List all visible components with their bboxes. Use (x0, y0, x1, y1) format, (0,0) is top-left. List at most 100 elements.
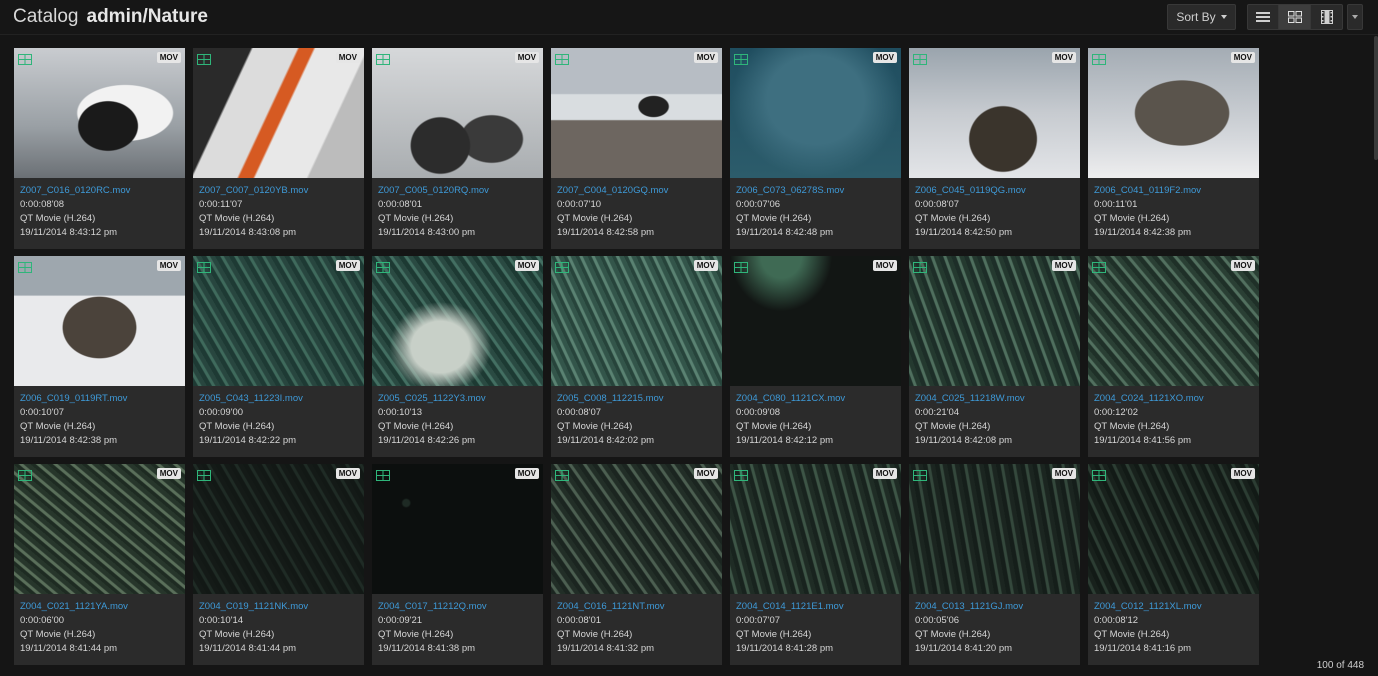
asset-date: 19/11/2014 8:42:50 pm (915, 227, 1013, 238)
grid-view-button[interactable] (1279, 4, 1311, 30)
asset-card[interactable]: MOV Z004_C017_11212Q.mov 0:00:09'21 QT M… (372, 464, 543, 665)
format-badge: MOV (1230, 260, 1255, 271)
asset-card[interactable]: MOV Z007_C005_0120RQ.mov 0:00:08'01 QT M… (372, 48, 543, 249)
asset-date: 19/11/2014 8:42:22 pm (199, 435, 297, 446)
asset-filename[interactable]: Z005_C043_11223I.mov (199, 392, 364, 406)
asset-filename[interactable]: Z006_C045_0119QG.mov (915, 184, 1080, 198)
format-badge: MOV (693, 468, 718, 479)
asset-thumbnail[interactable]: MOV (1088, 256, 1259, 386)
asset-card[interactable]: MOV Z005_C008_112215.mov 0:00:08'07 QT M… (551, 256, 722, 457)
asset-thumbnail[interactable]: MOV (909, 48, 1080, 178)
sort-by-label: Sort By (1176, 10, 1216, 24)
asset-card[interactable]: MOV Z007_C016_0120RC.mov 0:00:08'08 QT M… (14, 48, 185, 249)
format-badge: MOV (335, 468, 360, 479)
asset-thumbnail[interactable]: MOV (730, 256, 901, 386)
asset-thumbnail[interactable]: MOV (193, 48, 364, 178)
list-view-button[interactable] (1247, 4, 1279, 30)
asset-card[interactable]: MOV Z005_C025_1122Y3.mov 0:00:10'13 QT M… (372, 256, 543, 457)
asset-card[interactable]: MOV Z006_C073_06278S.mov 0:00:07'06 QT M… (730, 48, 901, 249)
format-badge: MOV (872, 260, 897, 271)
asset-card[interactable]: MOV Z004_C014_1121E1.mov 0:00:07'07 QT M… (730, 464, 901, 665)
asset-filename[interactable]: Z004_C024_1121XO.mov (1094, 392, 1259, 406)
asset-filename[interactable]: Z004_C021_1121YA.mov (20, 600, 185, 614)
asset-date: 19/11/2014 8:42:26 pm (378, 435, 476, 446)
asset-thumbnail[interactable]: MOV (730, 464, 901, 594)
asset-date: 19/11/2014 8:42:12 pm (736, 435, 834, 446)
asset-type: QT Movie (H.264) (557, 421, 633, 432)
asset-filename[interactable]: Z007_C004_0120GQ.mov (557, 184, 722, 198)
asset-thumbnail[interactable]: MOV (909, 256, 1080, 386)
asset-thumbnail[interactable]: MOV (1088, 464, 1259, 594)
film-icon (18, 54, 32, 65)
asset-filename[interactable]: Z007_C007_0120YB.mov (199, 184, 364, 198)
asset-filename[interactable]: Z005_C008_112215.mov (557, 392, 722, 406)
asset-filename[interactable]: Z006_C041_0119F2.mov (1094, 184, 1259, 198)
asset-filename[interactable]: Z004_C012_1121XL.mov (1094, 600, 1259, 614)
asset-date: 19/11/2014 8:42:38 pm (20, 435, 118, 446)
asset-date: 19/11/2014 8:42:58 pm (557, 227, 655, 238)
asset-card[interactable]: MOV Z004_C019_1121NK.mov 0:00:10'14 QT M… (193, 464, 364, 665)
asset-thumbnail[interactable]: MOV (14, 464, 185, 594)
asset-filename[interactable]: Z007_C005_0120RQ.mov (378, 184, 543, 198)
asset-filename[interactable]: Z004_C080_1121CX.mov (736, 392, 901, 406)
asset-card[interactable]: MOV Z006_C045_0119QG.mov 0:00:08'07 QT M… (909, 48, 1080, 249)
asset-filename[interactable]: Z004_C019_1121NK.mov (199, 600, 364, 614)
asset-thumbnail[interactable]: MOV (14, 256, 185, 386)
asset-thumbnail[interactable]: MOV (193, 256, 364, 386)
asset-duration: 0:00:08'08 (20, 199, 65, 210)
asset-filename[interactable]: Z006_C019_0119RT.mov (20, 392, 185, 406)
asset-date: 19/11/2014 8:42:02 pm (557, 435, 655, 446)
asset-card[interactable]: MOV Z004_C024_1121XO.mov 0:00:12'02 QT M… (1088, 256, 1259, 457)
asset-duration: 0:00:09'08 (736, 407, 781, 418)
asset-card[interactable]: MOV Z007_C004_0120GQ.mov 0:00:07'10 QT M… (551, 48, 722, 249)
asset-meta: Z007_C005_0120RQ.mov 0:00:08'01 QT Movie… (372, 178, 543, 240)
asset-date: 19/11/2014 8:41:44 pm (20, 643, 118, 654)
asset-card[interactable]: MOV Z004_C012_1121XL.mov 0:00:08'12 QT M… (1088, 464, 1259, 665)
asset-card[interactable]: MOV Z004_C025_11218W.mov 0:00:21'04 QT M… (909, 256, 1080, 457)
film-icon (734, 262, 748, 273)
asset-card[interactable]: MOV Z004_C021_1121YA.mov 0:00:06'00 QT M… (14, 464, 185, 665)
asset-thumbnail[interactable]: MOV (372, 48, 543, 178)
asset-thumbnail[interactable]: MOV (551, 256, 722, 386)
asset-filename[interactable]: Z004_C016_1121NT.mov (557, 600, 722, 614)
view-options-dropdown[interactable] (1347, 4, 1363, 30)
asset-filename[interactable]: Z004_C025_11218W.mov (915, 392, 1080, 406)
asset-date: 19/11/2014 8:41:16 pm (1094, 643, 1192, 654)
asset-card[interactable]: MOV Z007_C007_0120YB.mov 0:00:11'07 QT M… (193, 48, 364, 249)
film-icon (1092, 54, 1106, 65)
asset-filename[interactable]: Z004_C014_1121E1.mov (736, 600, 901, 614)
asset-type: QT Movie (H.264) (20, 629, 96, 640)
asset-card[interactable]: MOV Z006_C019_0119RT.mov 0:00:10'07 QT M… (14, 256, 185, 457)
asset-filename[interactable]: Z007_C016_0120RC.mov (20, 184, 185, 198)
asset-filename[interactable]: Z004_C013_1121GJ.mov (915, 600, 1080, 614)
asset-filename[interactable]: Z005_C025_1122Y3.mov (378, 392, 543, 406)
asset-thumbnail[interactable]: MOV (372, 256, 543, 386)
asset-card[interactable]: MOV Z004_C013_1121GJ.mov 0:00:05'06 QT M… (909, 464, 1080, 665)
asset-type: QT Movie (H.264) (378, 213, 454, 224)
asset-thumbnail[interactable]: MOV (551, 464, 722, 594)
asset-meta: Z004_C021_1121YA.mov 0:00:06'00 QT Movie… (14, 594, 185, 656)
asset-grid: MOV Z007_C016_0120RC.mov 0:00:08'08 QT M… (14, 48, 1264, 665)
asset-card[interactable]: MOV Z006_C041_0119F2.mov 0:00:11'01 QT M… (1088, 48, 1259, 249)
film-icon (734, 470, 748, 481)
asset-thumbnail[interactable]: MOV (1088, 48, 1259, 178)
asset-filename[interactable]: Z006_C073_06278S.mov (736, 184, 901, 198)
asset-duration: 0:00:07'10 (557, 199, 602, 210)
asset-type: QT Movie (H.264) (378, 421, 454, 432)
asset-thumbnail[interactable]: MOV (551, 48, 722, 178)
asset-meta: Z004_C019_1121NK.mov 0:00:10'14 QT Movie… (193, 594, 364, 656)
asset-filename[interactable]: Z004_C017_11212Q.mov (378, 600, 543, 614)
asset-meta: Z004_C024_1121XO.mov 0:00:12'02 QT Movie… (1088, 386, 1259, 448)
asset-card[interactable]: MOV Z004_C080_1121CX.mov 0:00:09'08 QT M… (730, 256, 901, 457)
sort-by-button[interactable]: Sort By (1167, 4, 1236, 30)
asset-card[interactable]: MOV Z004_C016_1121NT.mov 0:00:08'01 QT M… (551, 464, 722, 665)
asset-thumbnail[interactable]: MOV (372, 464, 543, 594)
asset-thumbnail[interactable]: MOV (193, 464, 364, 594)
filmstrip-view-button[interactable] (1311, 4, 1343, 30)
asset-card[interactable]: MOV Z005_C043_11223I.mov 0:00:09'00 QT M… (193, 256, 364, 457)
breadcrumb[interactable]: admin/Nature (87, 6, 208, 27)
asset-thumbnail[interactable]: MOV (730, 48, 901, 178)
scrollbar[interactable] (1374, 36, 1378, 160)
asset-thumbnail[interactable]: MOV (14, 48, 185, 178)
asset-thumbnail[interactable]: MOV (909, 464, 1080, 594)
